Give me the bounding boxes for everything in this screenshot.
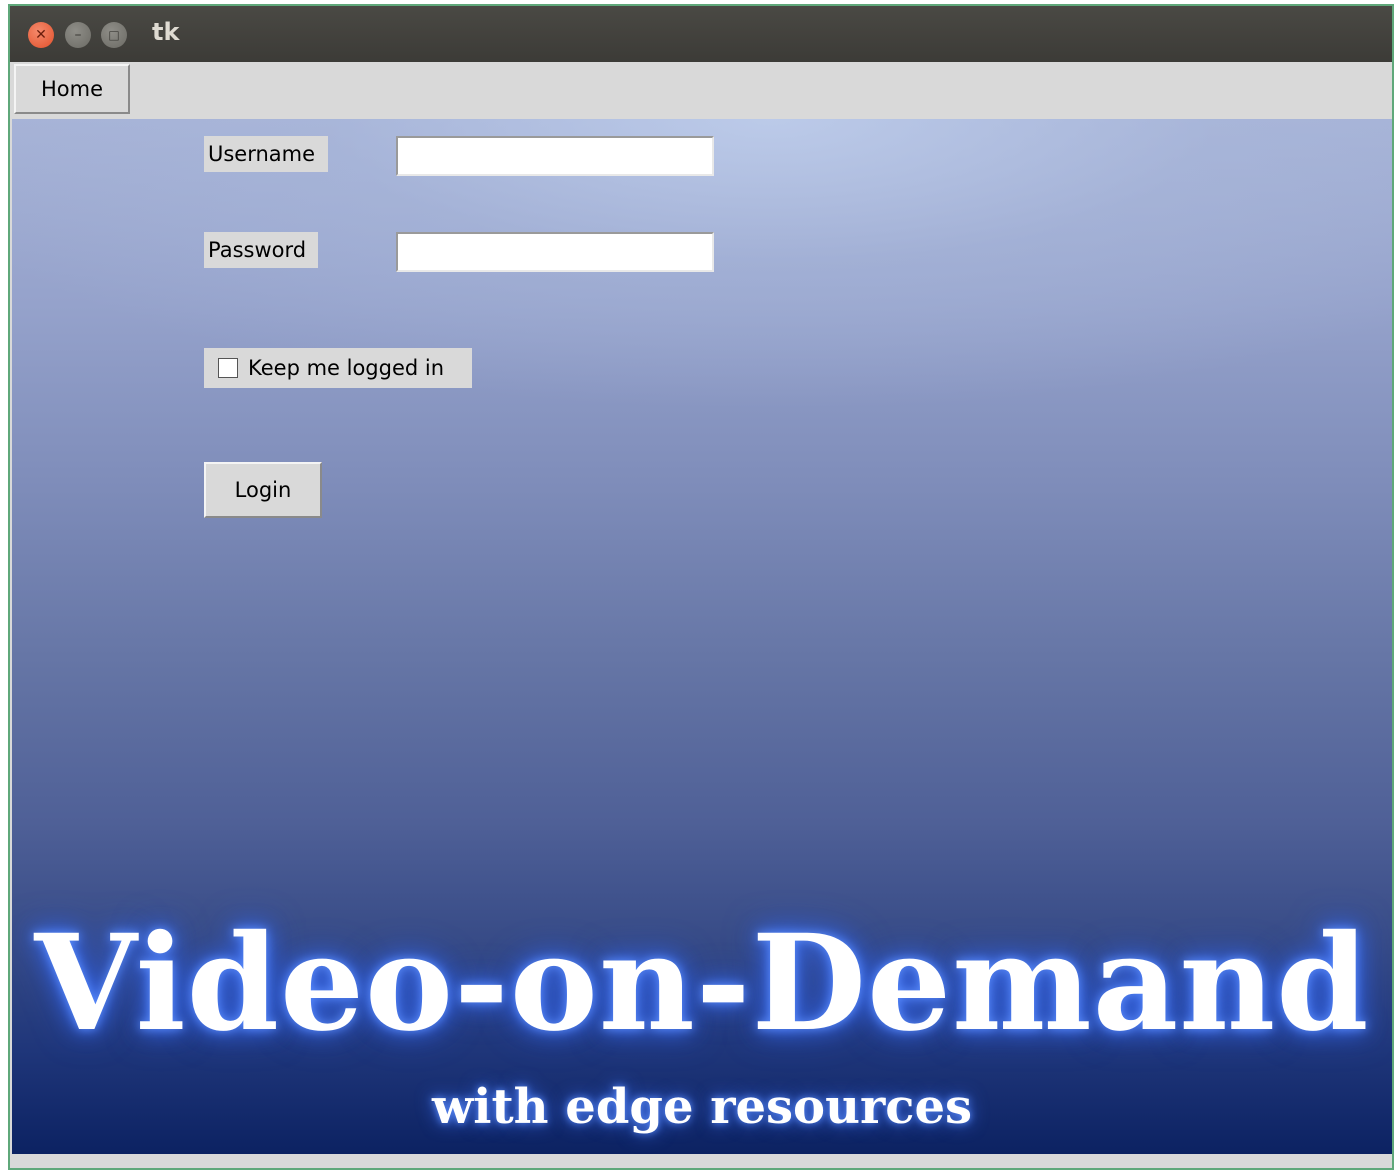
keep-logged-in-checkbox[interactable]: Keep me logged in — [204, 348, 472, 388]
checkbox-box[interactable] — [218, 358, 238, 378]
window-title: tk — [152, 18, 180, 46]
password-field[interactable] — [396, 232, 714, 272]
menu-bar: Home — [10, 62, 1392, 119]
minimize-icon[interactable]: – — [65, 22, 91, 48]
login-panel: Username Password Keep me logged in Logi… — [12, 119, 1392, 1154]
login-button[interactable]: Login — [204, 462, 322, 518]
brand-title: Video-on-Demand — [34, 906, 1370, 1061]
username-label: Username — [204, 136, 328, 172]
app-window: ✕ – □ tk Home Username Password Keep me … — [8, 4, 1394, 1170]
home-button[interactable]: Home — [14, 64, 130, 114]
keep-logged-in-label: Keep me logged in — [248, 356, 445, 380]
bottom-strip — [12, 1154, 1392, 1168]
title-bar[interactable]: ✕ – □ tk — [10, 6, 1392, 62]
username-field[interactable] — [396, 136, 714, 176]
close-icon[interactable]: ✕ — [28, 22, 54, 48]
brand-subtitle: with edge resources — [431, 1079, 973, 1135]
maximize-icon[interactable]: □ — [101, 22, 127, 48]
password-label: Password — [204, 232, 318, 268]
